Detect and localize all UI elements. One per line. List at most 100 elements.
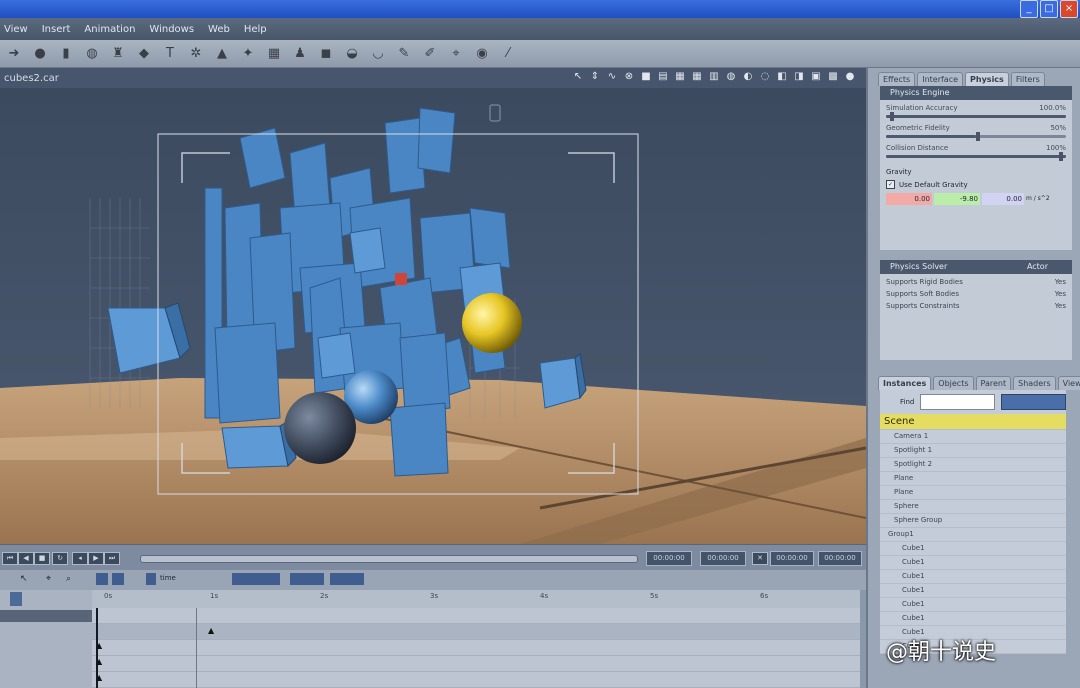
end-time-field[interactable]: 00:00:00 (770, 551, 814, 566)
gravity-z-field[interactable]: 0.00 (982, 193, 1024, 205)
sphere-tool-icon[interactable]: ● (30, 44, 50, 64)
grid-tool-icon[interactable]: ▦ (264, 44, 284, 64)
wand-tool-icon[interactable]: ⁄ (498, 44, 518, 64)
single-view-icon[interactable]: ■ (640, 70, 652, 84)
minimize-button[interactable]: _ (1020, 0, 1038, 18)
step-back-icon[interactable]: ◂ (72, 552, 88, 565)
scene-tree-item[interactable]: Cube1 (880, 598, 1066, 612)
pointer-tool-icon[interactable]: ➜ (4, 44, 24, 64)
split-view-icon[interactable]: ▤ (657, 70, 669, 84)
tile-view-icon[interactable]: ▥ (708, 70, 720, 84)
key-remove-icon[interactable] (112, 573, 124, 585)
ball-tool-icon[interactable]: ◉ (472, 44, 492, 64)
scene-tree-item[interactable]: Plane (880, 486, 1066, 500)
duration-field[interactable]: 00:00:00 (818, 551, 862, 566)
bowl-tool-icon[interactable]: ◡ (368, 44, 388, 64)
loop-icon[interactable]: ↻ (52, 552, 68, 565)
solver-mode[interactable]: Actor (1027, 260, 1048, 274)
menu-insert[interactable]: Insert (42, 24, 71, 35)
key-add-icon[interactable] (96, 573, 108, 585)
stop-icon[interactable]: ■ (34, 552, 50, 565)
fast-forward-icon[interactable]: ⏭ (104, 552, 120, 565)
tab-filters[interactable]: Filters (1010, 72, 1045, 86)
figure-tool-icon[interactable]: ♟ (290, 44, 310, 64)
globe-icon[interactable]: ◍ (725, 70, 737, 84)
deform-tool-icon[interactable]: ⌖ (446, 44, 466, 64)
keyframe-icon[interactable]: ▲ (96, 673, 102, 682)
render-ball-icon[interactable]: ● (844, 70, 856, 84)
cylinder-tool-icon[interactable]: ▮ (56, 44, 76, 64)
camera-icon[interactable]: ◧ (776, 70, 788, 84)
track-icon[interactable] (10, 592, 22, 606)
rotate-icon[interactable]: ⊗ (623, 70, 635, 84)
selected-track[interactable] (0, 610, 92, 622)
close-button[interactable]: × (1060, 0, 1078, 18)
curve-tools[interactable] (232, 573, 280, 585)
zoom-icon[interactable]: ⌕ (66, 574, 71, 584)
gravity-y-field[interactable]: -9.80 (934, 193, 980, 205)
timeline-grid[interactable]: ▲ ▲ ▲ ▲ (92, 608, 860, 688)
text-tool-icon[interactable]: T (160, 44, 180, 64)
physics-solver-header[interactable]: Physics Solver Actor (880, 260, 1072, 274)
cube-tool-icon[interactable]: ◆ (134, 44, 154, 64)
maximize-button[interactable]: □ (1040, 0, 1058, 18)
quad-view-icon[interactable]: ▦ (674, 70, 686, 84)
menu-web[interactable]: Web (208, 24, 230, 35)
keyframe-icon[interactable]: ▲ (96, 657, 102, 666)
tab-view[interactable]: View (1057, 376, 1080, 390)
find-input[interactable] (920, 394, 996, 410)
find-dropdown[interactable] (1001, 394, 1066, 410)
select-icon[interactable]: ↖ (572, 70, 584, 84)
snap-tools[interactable] (330, 573, 364, 585)
menu-animation[interactable]: Animation (84, 24, 135, 35)
rewind-icon[interactable]: ⏮ (2, 552, 18, 565)
slider-collision-distance[interactable]: Collision Distance 100% (886, 144, 1066, 161)
scene-tree-item[interactable]: Spotlight 2 (880, 458, 1066, 472)
3d-viewport[interactable] (0, 88, 866, 544)
scene-tree-item[interactable]: Cube1 (880, 612, 1066, 626)
keyframe-icon[interactable]: ▲ (96, 641, 102, 650)
scene-tree-item[interactable]: Cube1 (880, 542, 1066, 556)
scene-tree-item[interactable]: Sphere Group (880, 514, 1066, 528)
current-time-field[interactable]: 00:00:00 (646, 551, 692, 566)
tab-instances[interactable]: Instances (878, 376, 932, 390)
scene-tree-item[interactable]: Cube1 (880, 584, 1066, 598)
ease-tools[interactable] (290, 573, 324, 585)
gear-tool-icon[interactable]: ✲ (186, 44, 206, 64)
dish-tool-icon[interactable]: ◒ (342, 44, 362, 64)
play-back-icon[interactable]: ◀ (18, 552, 34, 565)
scene-tree-item[interactable]: Cube1 (880, 570, 1066, 584)
use-default-gravity[interactable]: ✓ Use Default Gravity (886, 180, 1066, 189)
play-icon[interactable]: ▶ (88, 552, 104, 565)
brush-tool-icon[interactable]: ✎ (394, 44, 414, 64)
menu-help[interactable]: Help (244, 24, 267, 35)
timeline-ruler[interactable]: 0s 1s 2s 3s 4s 5s 6s (92, 590, 860, 609)
light-icon[interactable]: ◨ (793, 70, 805, 84)
scale-icon[interactable]: ∿ (606, 70, 618, 84)
scene-tree-item[interactable]: Camera 1 (880, 430, 1066, 444)
start-time-field[interactable]: 00:00:00 (700, 551, 746, 566)
light-tool-icon[interactable]: ✦ (238, 44, 258, 64)
scene-tree-item[interactable]: Sphere (880, 500, 1066, 514)
cube-render-icon[interactable]: ▣ (810, 70, 822, 84)
gravity-x-field[interactable]: 0.00 (886, 193, 932, 205)
scene-tree-item[interactable]: Cube1 (880, 556, 1066, 570)
torus-tool-icon[interactable]: ◍ (82, 44, 102, 64)
scene-tree-item[interactable]: Group1 (880, 528, 1066, 542)
timing-icon[interactable] (146, 573, 156, 585)
tab-physics[interactable]: Physics (965, 72, 1009, 86)
slider-simulation-accuracy[interactable]: Simulation Accuracy 100.0% (886, 104, 1066, 121)
tab-shaders[interactable]: Shaders (1013, 376, 1056, 390)
cone-tool-icon[interactable]: ▲ (212, 44, 232, 64)
time-scrubber[interactable] (140, 555, 638, 563)
checkbox-icon[interactable]: ✓ (886, 180, 895, 189)
slider-geometric-fidelity[interactable]: Geometric Fidelity 50% (886, 124, 1066, 141)
menu-windows[interactable]: Windows (149, 24, 194, 35)
shade-render-icon[interactable]: ▩ (827, 70, 839, 84)
scene-tree-item[interactable]: Plane (880, 472, 1066, 486)
physics-engine-header[interactable]: Physics Engine (880, 86, 1072, 100)
key-icon[interactable]: ⌖ (46, 574, 51, 584)
scene-tree-item[interactable]: Spotlight 1 (880, 444, 1066, 458)
tab-interface[interactable]: Interface (917, 72, 964, 86)
tab-effects[interactable]: Effects (878, 72, 916, 86)
